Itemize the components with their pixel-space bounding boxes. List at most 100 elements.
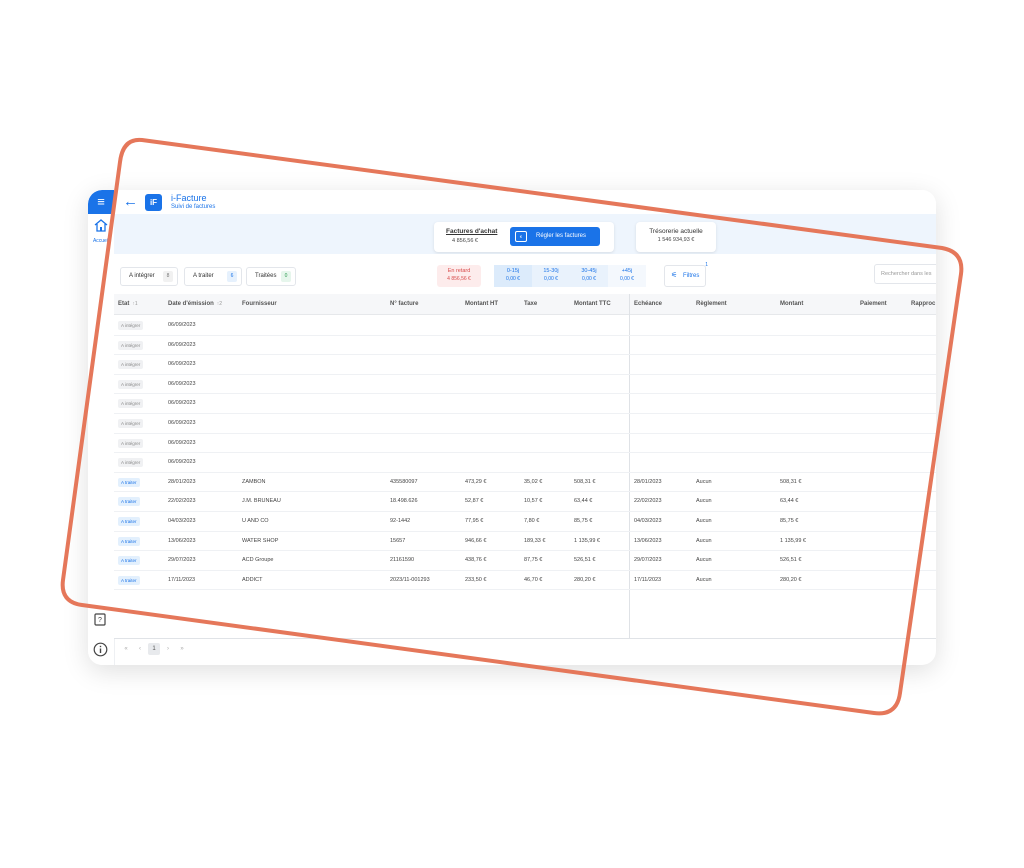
cell-echeance: 29/07/2023 bbox=[634, 557, 662, 564]
aging-filter-30-45[interactable]: 30-45j 0,00 € bbox=[570, 265, 608, 287]
status-badge: A intégrer bbox=[118, 379, 144, 389]
cell-montant: 508,31 € bbox=[780, 478, 802, 485]
status-badge: A intégrer bbox=[118, 399, 144, 409]
column-header-montant-ht[interactable]: Montant HT bbox=[465, 301, 498, 307]
search-input[interactable] bbox=[874, 264, 936, 284]
column-header-paiement[interactable]: Paiement bbox=[860, 301, 887, 307]
column-header-taxe[interactable]: Taxe bbox=[524, 301, 537, 307]
column-header-fournisseur[interactable]: Fournisseur bbox=[242, 301, 277, 307]
cell-date: 17/11/2023 bbox=[168, 576, 196, 583]
cell-taxe: 7,80 € bbox=[524, 518, 540, 524]
column-header-rapprochement[interactable]: Rapproc bbox=[911, 301, 935, 307]
aging-filter-amount: 0,00 € bbox=[506, 276, 520, 282]
aging-filter-overdue[interactable]: En retard 4 856,56 € bbox=[437, 265, 481, 287]
status-badge: A intégrer bbox=[118, 419, 144, 428]
aging-filter-label: 15-30j bbox=[543, 268, 559, 274]
pagination-current-page[interactable]: 1 bbox=[148, 643, 160, 655]
status-badge: A intégrer bbox=[118, 360, 144, 370]
cell-num-facture: 2023/11-001293 bbox=[390, 576, 430, 583]
status-badge: A traiter bbox=[118, 556, 140, 566]
cell-echeance: 04/03/2023 bbox=[634, 518, 662, 524]
cell-echeance: 28/01/2023 bbox=[634, 478, 662, 485]
column-header-reglement[interactable]: Règlement bbox=[696, 301, 727, 307]
cell-echeance: 22/02/2023 bbox=[634, 498, 662, 505]
status-filter-traitees[interactable]: Traitées 0 bbox=[246, 267, 296, 286]
aging-filter-label: +45j bbox=[621, 268, 633, 274]
aging-filter-15-30[interactable]: 15-30j 0,00 € bbox=[532, 265, 570, 287]
cell-reglement: Aucun bbox=[696, 537, 712, 544]
aging-filter-label: 30-45j bbox=[581, 268, 597, 274]
menu-icon[interactable]: ≡ bbox=[88, 190, 114, 214]
column-header-num-facture[interactable]: N° facture bbox=[390, 301, 418, 307]
table-row[interactable]: A intégrer 06/09/2023 bbox=[114, 433, 936, 454]
cell-taxe: 189,33 € bbox=[524, 537, 546, 544]
cell-montant-ttc: 280,20 € bbox=[574, 576, 596, 583]
column-header-echeance[interactable]: Echéance bbox=[634, 301, 662, 307]
status-filter-a-integrer[interactable]: A intégrer 8 bbox=[120, 267, 178, 286]
purchase-invoices-label[interactable]: Factures d'achat bbox=[446, 228, 497, 235]
status-badge: A traiter bbox=[118, 477, 140, 487]
aging-filter-group: En retard 4 856,56 € 0-15j 0,00 € 15-30j… bbox=[437, 265, 658, 287]
column-header-etat[interactable]: Etat ↑1 bbox=[118, 301, 138, 307]
sliders-icon: ⚟ bbox=[671, 272, 678, 279]
cell-taxe: 35,02 € bbox=[524, 478, 543, 485]
table-row[interactable]: A intégrer 06/09/2023 bbox=[114, 393, 936, 414]
sort-indicator: ↑1 bbox=[132, 301, 138, 307]
column-header-montant-ttc[interactable]: Montant TTC bbox=[574, 301, 611, 307]
aging-filter-0-15[interactable]: 0-15j 0,00 € bbox=[494, 265, 532, 287]
treasury-label: Trésorerie actuelle bbox=[649, 228, 703, 235]
pagination-first-button[interactable]: « bbox=[120, 643, 132, 655]
status-badge: A traiter bbox=[118, 575, 140, 585]
cell-montant: 1 135,99 € bbox=[780, 537, 806, 544]
table-row[interactable]: A intégrer 06/09/2023 bbox=[114, 354, 936, 375]
app-logo: iF bbox=[145, 194, 162, 211]
cell-fournisseur: WATER SHOP bbox=[242, 537, 279, 544]
cell-num-facture: 15657 bbox=[390, 537, 406, 544]
cell-date: 04/03/2023 bbox=[168, 518, 196, 524]
table-row[interactable]: A traiter 04/03/2023 U AND CO 92-1442 77,95 … bbox=[114, 511, 936, 532]
cell-date: 13/06/2023 bbox=[168, 537, 196, 544]
back-arrow-icon[interactable]: ← bbox=[123, 194, 138, 210]
table-row[interactable]: A intégrer 06/09/2023 bbox=[114, 413, 936, 434]
cell-echeance: 13/06/2023 bbox=[634, 537, 662, 544]
app-title: i-Facture bbox=[171, 193, 207, 203]
table-row[interactable]: A intégrer 06/09/2023 bbox=[114, 374, 936, 395]
table-row[interactable]: A traiter 28/01/2023 ZAMBON 435580097 473,29… bbox=[114, 472, 936, 493]
pagination-prev-button[interactable]: ‹ bbox=[134, 643, 146, 655]
table-row[interactable]: A intégrer 06/09/2023 bbox=[114, 335, 936, 356]
cell-fournisseur: ACD Groupe bbox=[242, 557, 274, 564]
status-badge: A traiter bbox=[118, 517, 140, 526]
cell-reglement: Aucun bbox=[696, 498, 712, 505]
column-header-date[interactable]: Date d'émission ↑2 bbox=[168, 301, 222, 307]
aging-filter-amount: 0,00 € bbox=[620, 276, 634, 282]
cell-num-facture: 18.498.626 bbox=[390, 498, 418, 505]
table-row[interactable]: A traiter 13/06/2023 WATER SHOP 15657 946,66… bbox=[114, 531, 936, 552]
aging-filter-45-plus[interactable]: +45j 0,00 € bbox=[608, 265, 646, 287]
info-icon[interactable] bbox=[93, 642, 108, 657]
cell-reglement: Aucun bbox=[696, 557, 712, 564]
filters-count-badge: 1 bbox=[705, 262, 708, 268]
table-row[interactable]: A traiter 22/02/2023 J.M. BRUNEAU 18.498.62… bbox=[114, 491, 936, 512]
status-filter-label: A intégrer bbox=[129, 273, 155, 279]
status-filter-a-traiter[interactable]: A traiter 6 bbox=[184, 267, 242, 286]
cell-montant-ttc: 526,51 € bbox=[574, 557, 596, 564]
table-row[interactable]: A traiter 17/11/2023 ADDICT 2023/11-001293 2… bbox=[114, 570, 936, 591]
pagination-next-button[interactable]: › bbox=[162, 643, 174, 655]
status-filter-count: 8 bbox=[163, 271, 173, 282]
table-row[interactable]: A traiter 29/07/2023 ACD Groupe 21161590 438… bbox=[114, 550, 936, 571]
aging-filter-amount: 0,00 € bbox=[544, 276, 558, 282]
pagination-last-button[interactable]: » bbox=[176, 643, 188, 655]
aging-filter-amount: 4 856,56 € bbox=[447, 276, 471, 282]
table-row[interactable]: A intégrer 06/09/2023 bbox=[114, 452, 936, 473]
pay-invoices-button[interactable]: € Régler les factures bbox=[510, 227, 600, 246]
purchase-invoices-value: 4 856,56 € bbox=[452, 238, 478, 244]
cell-reglement: Aucun bbox=[696, 576, 712, 583]
sidebar-item-home-label: Accueil bbox=[92, 238, 110, 244]
help-book-icon[interactable]: ? bbox=[94, 613, 106, 626]
filters-button[interactable]: ⚟ Filtres 1 bbox=[664, 262, 708, 287]
column-header-montant[interactable]: Montant bbox=[780, 301, 803, 307]
sidebar-item-home[interactable]: Accueil bbox=[90, 218, 112, 244]
status-filter-count: 6 bbox=[227, 271, 237, 282]
status-filter-count: 0 bbox=[281, 271, 291, 282]
table-row[interactable]: A intégrer 06/09/2023 bbox=[114, 315, 936, 336]
